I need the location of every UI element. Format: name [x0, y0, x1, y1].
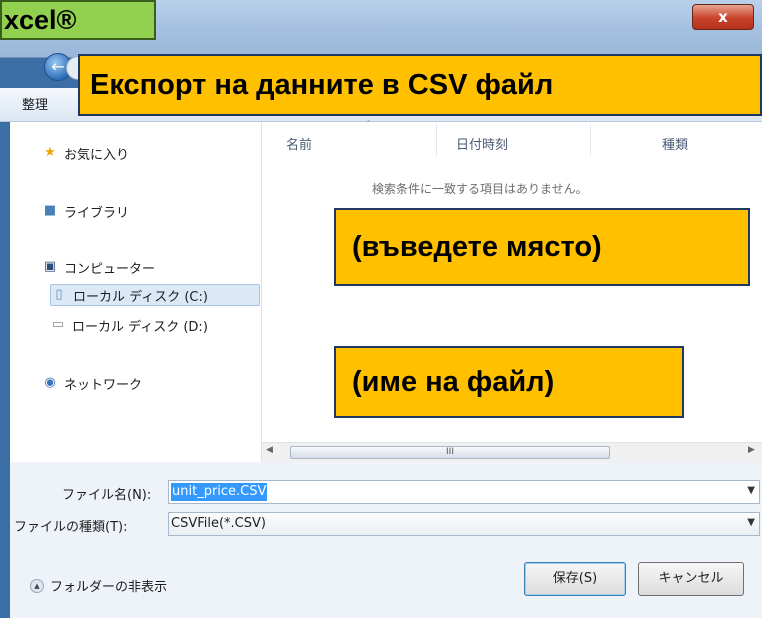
filetype-value: CSVFile(*.CSV): [171, 516, 266, 531]
nav-item-label: ネットワーク: [64, 377, 143, 393]
filetype-label: ファイルの種類(T):: [14, 520, 128, 535]
column-divider[interactable]: [436, 124, 437, 156]
filetype-select[interactable]: CSVFile(*.CSV) ▼: [168, 512, 760, 536]
network-icon: ◉: [44, 375, 56, 390]
filename-input[interactable]: unit_price.CSV ▼: [168, 480, 760, 504]
title-callout: Експорт на данните в CSV файл: [78, 54, 762, 116]
excel-badge: xcel®: [0, 0, 156, 40]
close-window-button[interactable]: x: [692, 4, 754, 30]
drive-icon: ▭: [51, 317, 65, 332]
filename-value: unit_price.CSV: [171, 483, 268, 501]
column-header-type[interactable]: 種類: [662, 134, 688, 153]
nav-item-computer[interactable]: ▣ コンピューター: [42, 256, 155, 278]
nav-item-disk-c[interactable]: ▯ ローカル ディスク (C:): [50, 284, 260, 306]
nav-item-label: お気に入り: [64, 147, 130, 163]
organize-menu[interactable]: 整理: [22, 94, 48, 113]
nav-item-disk-d[interactable]: ▭ ローカル ディスク (D:): [50, 314, 208, 336]
computer-icon: ▣: [43, 259, 57, 274]
chevron-down-icon[interactable]: ▼: [747, 485, 755, 496]
column-header-name[interactable]: 名前: [286, 134, 312, 153]
nav-item-label: コンピューター: [64, 261, 156, 277]
nav-item-favorites[interactable]: ★ お気に入り: [42, 142, 129, 164]
window-edge: [0, 122, 10, 618]
empty-result-message: 検索条件に一致する項目はありません。: [372, 182, 588, 196]
scroll-left-arrow-icon[interactable]: ◀: [266, 445, 273, 455]
chevron-down-icon[interactable]: ▼: [747, 517, 755, 528]
filename-callout: (име на файл): [334, 346, 684, 418]
hide-folders-label: フォルダーの非表示: [50, 580, 168, 595]
sort-caret-icon: ˆ: [366, 120, 371, 131]
column-header-date[interactable]: 日付時刻: [456, 134, 508, 153]
nav-item-libraries[interactable]: ■ ライブラリ: [42, 200, 129, 222]
drive-icon: ▯: [55, 287, 63, 302]
library-icon: ■: [43, 203, 57, 218]
location-callout: (въведете място): [334, 208, 750, 286]
column-divider[interactable]: [590, 124, 591, 156]
hide-folders-toggle[interactable]: ▲ フォルダーの非表示: [30, 576, 167, 595]
nav-item-network[interactable]: ◉ ネットワーク: [42, 372, 142, 394]
scroll-right-arrow-icon[interactable]: ▶: [748, 445, 755, 455]
collapse-arrow-icon: ▲: [30, 578, 44, 593]
cancel-button[interactable]: キャンセル: [638, 562, 744, 596]
save-button[interactable]: 保存(S): [524, 562, 626, 596]
scrollbar-thumb[interactable]: III: [290, 446, 610, 459]
nav-item-label: ローカル ディスク (C:): [73, 289, 208, 305]
filename-label: ファイル名(N):: [62, 488, 152, 503]
star-icon: ★: [44, 145, 56, 160]
nav-item-label: ライブラリ: [64, 205, 130, 221]
nav-item-label: ローカル ディスク (D:): [72, 319, 208, 335]
